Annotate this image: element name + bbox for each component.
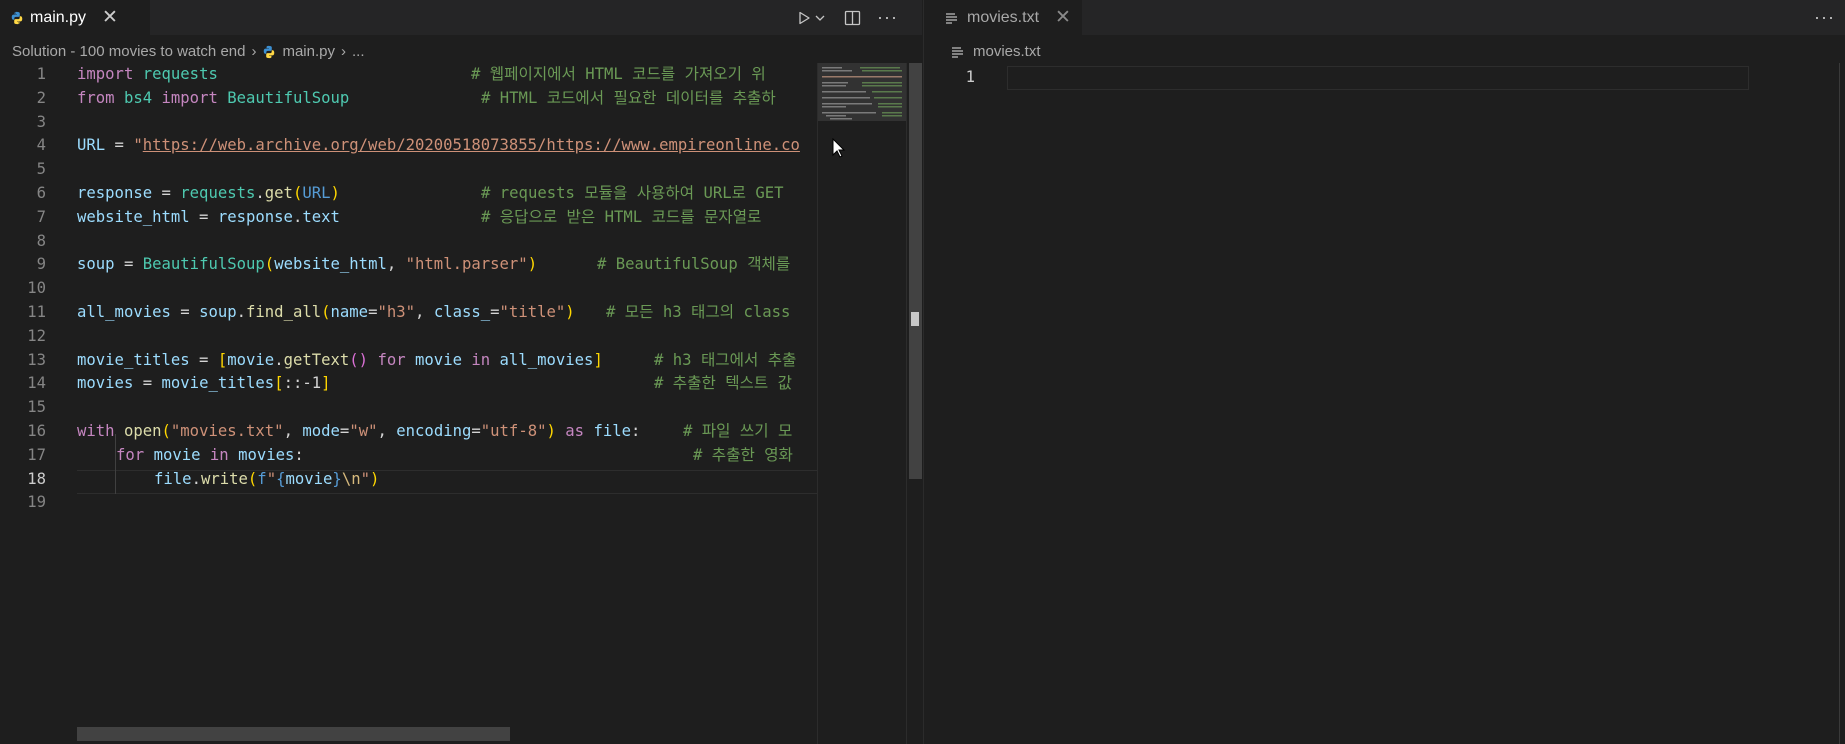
line-number: 4 [36, 136, 46, 155]
breadcrumb-more[interactable]: ... [352, 43, 365, 60]
line-number-current: 18 [27, 469, 46, 488]
close-icon[interactable]: ✕ [102, 8, 118, 27]
more-icon[interactable]: ··· [877, 7, 898, 28]
code-line-14: movies = movie_titles[::-1] [77, 374, 331, 393]
more-icon[interactable]: ··· [1814, 7, 1835, 28]
code-line-18: file.write(f"{movie}\n") [154, 469, 380, 488]
code-comment: # h3 태그에서 추출 [654, 350, 797, 369]
code-comment: # 파일 쓰기 모 [683, 422, 793, 440]
editor-actions: ··· [1814, 0, 1835, 35]
line-number: 10 [27, 279, 46, 298]
code-line-13: movie_titles = [movie.getText() for movi… [77, 350, 603, 369]
text-file-icon [946, 12, 957, 24]
line-number: 19 [27, 493, 46, 512]
line-number-current: 1 [965, 68, 975, 86]
run-icon[interactable] [796, 10, 812, 26]
url-link[interactable]: https://web.archive.org/web/202005180738… [143, 136, 800, 154]
breadcrumb: Solution - 100 movies to watch end › mai… [12, 43, 365, 60]
code-line-11: all_movies = soup.find_all(name="h3", cl… [77, 303, 575, 321]
horizontal-scrollbar-thumb[interactable] [77, 727, 510, 741]
line-number: 6 [36, 184, 46, 202]
breadcrumb-file[interactable]: movies.txt [973, 43, 1041, 60]
minimap-code-preview [822, 67, 902, 120]
python-icon [264, 45, 275, 58]
editor-group-left: main.py ✕ ··· Solution - 100 movies to w… [0, 0, 922, 744]
tab-label: main.py [30, 8, 87, 26]
current-line-highlight [1007, 66, 1749, 90]
editor-actions: ··· [796, 0, 898, 35]
tab-movies-txt[interactable]: movies.txt ✕ [924, 0, 1082, 35]
code-comment: # BeautifulSoup 객체를 [597, 255, 791, 274]
line-number: 7 [36, 207, 46, 226]
tab-label: movies.txt [967, 8, 1040, 26]
breadcrumb-folder[interactable]: Solution - 100 movies to watch end [12, 43, 245, 60]
chevron-right-icon: › [251, 43, 257, 60]
code-line-17: for movie in movies: [116, 445, 304, 464]
vertical-scrollbar[interactable] [1839, 63, 1840, 744]
line-number: 2 [36, 88, 46, 107]
tab-bar: movies.txt ✕ ··· [924, 0, 1845, 35]
line-number: 14 [27, 374, 46, 393]
line-number: 15 [27, 398, 46, 417]
split-editor-icon[interactable] [844, 10, 861, 26]
minimap[interactable] [817, 63, 907, 744]
code-line-9: soup = BeautifulSoup(website_html, "html… [77, 255, 538, 274]
line-number: 12 [27, 326, 46, 345]
line-number: 3 [36, 112, 46, 131]
line-number: 5 [36, 160, 46, 179]
code-line-1: import requests [77, 65, 218, 83]
line-number: 13 [27, 350, 46, 369]
code-line-6: response = requests.get(URL) [77, 184, 340, 202]
code-comment: # 웹페이지에서 HTML 코드를 가져오기 위 [471, 65, 766, 83]
line-number: 8 [36, 231, 46, 250]
mouse-cursor-icon [832, 138, 846, 158]
chevron-right-icon: › [341, 43, 346, 60]
line-number: 9 [36, 255, 46, 274]
code-comment: # requests 모듈을 사용하여 URL로 GET [481, 184, 784, 202]
line-number: 17 [27, 445, 46, 464]
close-icon[interactable]: ✕ [1055, 8, 1071, 27]
scrollbar-thumb[interactable] [909, 63, 922, 479]
tab-main-py[interactable]: main.py ✕ [0, 0, 150, 35]
editor-group-right: movies.txt ✕ ··· movies.txt 1 [923, 0, 1845, 744]
code-comment: # 모든 h3 태그의 class [606, 303, 791, 321]
code-line-2: from bs4 import BeautifulSoup [77, 88, 350, 107]
line-number: 11 [27, 303, 46, 321]
code-comment: # 응답으로 받은 HTML 코드를 문자열로 [481, 207, 762, 226]
tab-bar: main.py ✕ ··· [0, 0, 922, 35]
code-line-7: website_html = response.text [77, 207, 340, 226]
text-file-icon [952, 46, 963, 58]
line-number: 16 [27, 422, 46, 440]
vertical-scrollbar[interactable] [906, 63, 922, 744]
code-line-16: with open("movies.txt", mode="w", encodi… [77, 422, 641, 440]
code-comment: # HTML 코드에서 필요한 데이터를 추출하 [481, 88, 776, 107]
scrollbar-cursor-marker [911, 312, 919, 326]
code-comment: # 추출한 영화 [693, 445, 793, 464]
chevron-down-icon[interactable] [814, 12, 826, 24]
breadcrumb: movies.txt [951, 43, 1041, 60]
python-icon [11, 11, 23, 24]
line-number: 1 [36, 65, 46, 83]
breadcrumb-file[interactable]: main.py [282, 43, 335, 60]
code-comment: # 추출한 텍스트 값 [654, 374, 792, 393]
code-line-4: URL = "https://web.archive.org/web/20200… [77, 136, 800, 155]
